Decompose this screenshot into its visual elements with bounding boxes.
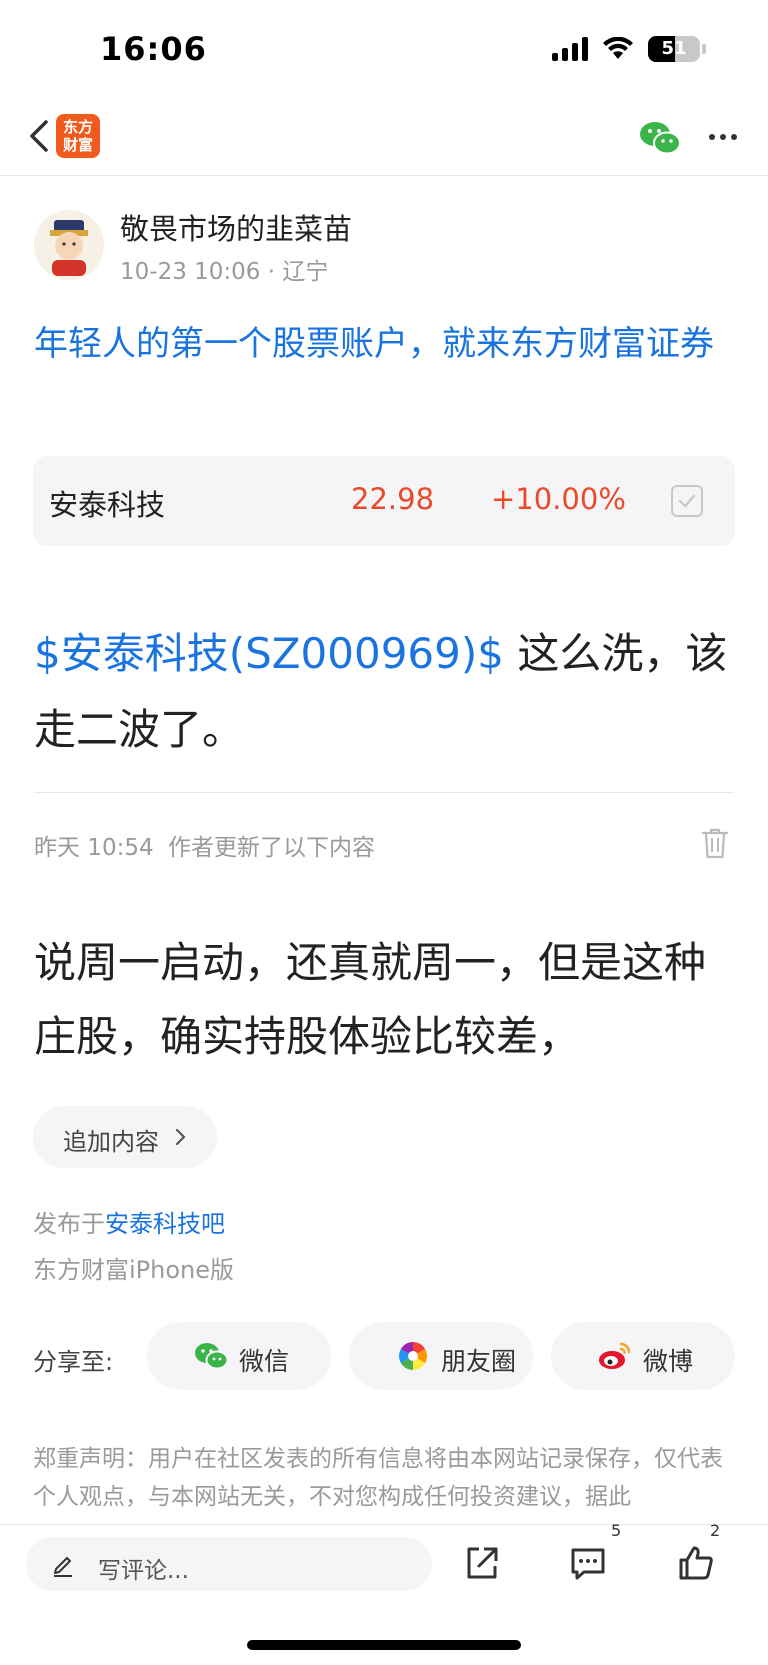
like-icon[interactable] <box>676 1543 716 1583</box>
status-time: 16:06 <box>100 30 207 68</box>
trash-icon[interactable] <box>700 826 730 860</box>
battery-body: 51 <box>648 36 700 62</box>
stock-change: +10.00% <box>491 482 626 516</box>
stock-tag-link[interactable]: $安泰科技(SZ000969)$ <box>34 629 504 678</box>
posted-in-prefix: 发布于 <box>33 1210 105 1238</box>
wechat-icon <box>195 1343 229 1370</box>
app-logo[interactable]: 东方财富 <box>56 114 100 158</box>
author-name[interactable]: 敬畏市场的韭菜苗 <box>120 206 352 248</box>
update-body: 说周一启动，还真就周一，但是这种庄股，确实持股体验比较差， <box>34 938 707 1061</box>
share-moments-label: 朋友圈 <box>441 1347 517 1376</box>
signal-icon <box>552 37 588 61</box>
status-icons: 51 <box>552 36 706 62</box>
update-time: 昨天 10:54 <box>34 835 154 861</box>
share-wechat-label: 微信 <box>239 1347 290 1376</box>
stock-card[interactable]: 安泰科技 22.98 +10.00% <box>33 456 735 546</box>
share-label: 分享至: <box>33 1348 114 1376</box>
nav-bar: 东方财富 <box>0 100 768 176</box>
stock-name: 安泰科技 <box>49 488 166 522</box>
disclaimer: 郑重声明：用户在社区发表的所有信息将由本网站记录保存，仅代表个人观点，与本网站无… <box>33 1446 723 1510</box>
share-weibo-label: 微博 <box>643 1347 694 1376</box>
stock-price: 22.98 <box>351 482 435 516</box>
comment-count: 5 <box>611 1521 622 1540</box>
chevron-right-icon <box>175 1128 186 1146</box>
add-content-label: 追加内容 <box>63 1128 159 1156</box>
share-icon[interactable] <box>462 1543 502 1583</box>
share-moments-button[interactable]: 朋友圈 <box>349 1322 533 1390</box>
home-indicator <box>247 1640 521 1650</box>
divider <box>34 792 734 793</box>
watchlist-check-icon[interactable] <box>671 485 703 517</box>
more-dots-icon[interactable] <box>706 122 740 152</box>
share-weibo-button[interactable]: 微博 <box>551 1322 735 1390</box>
update-note: 作者更新了以下内容 <box>168 835 375 861</box>
battery-text: 51 <box>661 38 687 59</box>
status-bar: 16:06 51 <box>0 0 768 100</box>
comment-input[interactable]: 写评论... <box>26 1537 432 1591</box>
battery-icon: 51 <box>648 36 706 62</box>
pen-icon <box>54 1557 72 1577</box>
client-info: 东方财富iPhone版 <box>33 1256 235 1284</box>
moments-icon <box>399 1342 427 1370</box>
wechat-icon[interactable] <box>638 118 682 158</box>
share-wechat-button[interactable]: 微信 <box>147 1322 331 1390</box>
like-count: 2 <box>710 1521 721 1540</box>
post-meta: 10-23 10:06 · 辽宁 <box>120 259 329 285</box>
wifi-icon <box>603 37 633 59</box>
forum-link[interactable]: 安泰科技吧 <box>105 1210 225 1238</box>
promo-link[interactable]: 年轻人的第一个股票账户，就来东方财富证券 <box>34 318 740 370</box>
post-body: $安泰科技(SZ000969)$ 这么洗，该走二波了。 <box>34 616 740 768</box>
add-content-button[interactable]: 追加内容 <box>33 1106 217 1168</box>
weibo-icon <box>599 1342 631 1369</box>
battery-tip <box>702 44 706 54</box>
posted-in: 发布于安泰科技吧 <box>33 1204 225 1239</box>
comment-icon[interactable] <box>568 1543 608 1583</box>
avatar-image <box>50 220 88 276</box>
comment-placeholder: 写评论... <box>98 1558 189 1584</box>
avatar[interactable] <box>34 210 104 280</box>
